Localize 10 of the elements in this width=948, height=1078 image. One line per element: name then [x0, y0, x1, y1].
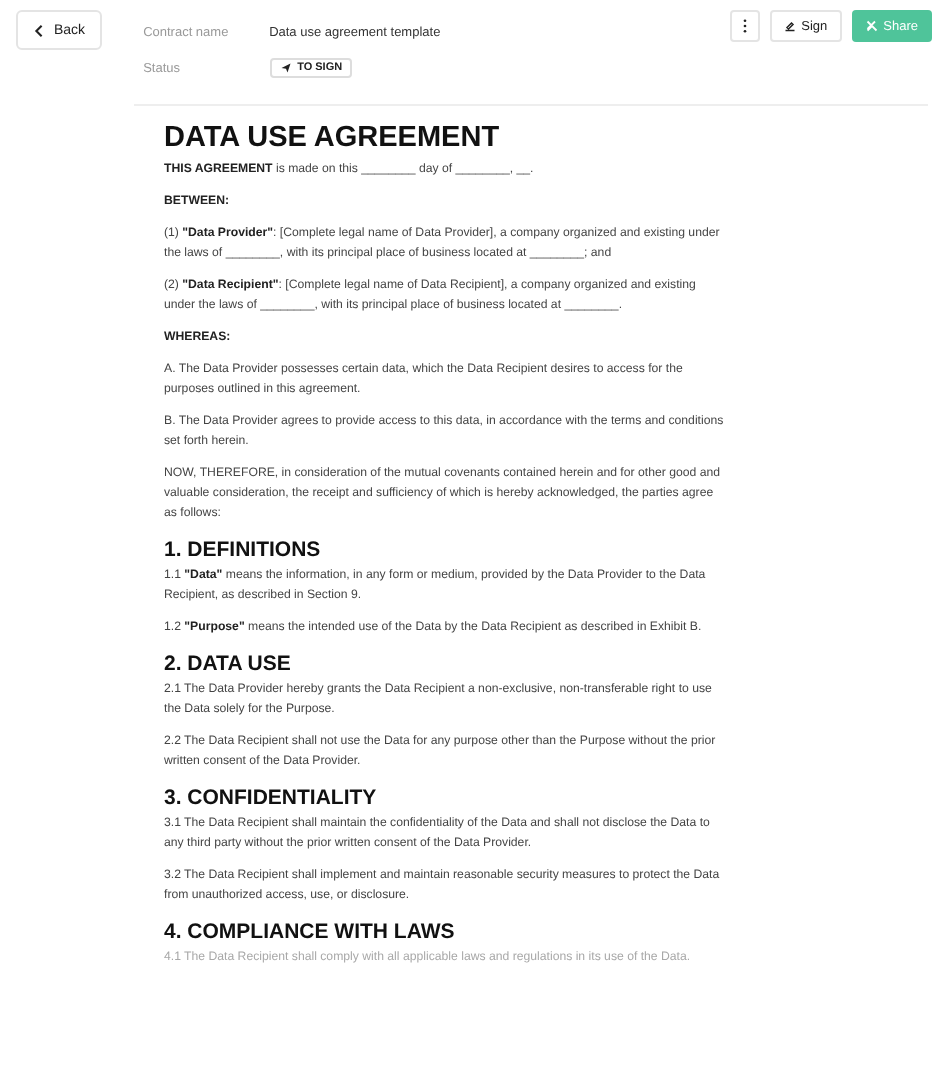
section-heading: 1. DEFINITIONS — [164, 538, 323, 562]
more-options-button[interactable] — [729, 10, 760, 42]
section-heading: 3. CONFIDENTIALITY — [164, 786, 379, 810]
paper-plane-icon — [279, 62, 292, 74]
chevron-left-icon — [32, 23, 46, 37]
pen-icon — [783, 20, 796, 32]
kebab-menu-icon — [741, 18, 748, 34]
section-heading: 2. DATA USE — [164, 652, 293, 676]
section-heading: 4. COMPLIANCE WITH LAWS — [164, 920, 457, 944]
document-title: DATA USE AGREEMENT — [164, 122, 502, 154]
